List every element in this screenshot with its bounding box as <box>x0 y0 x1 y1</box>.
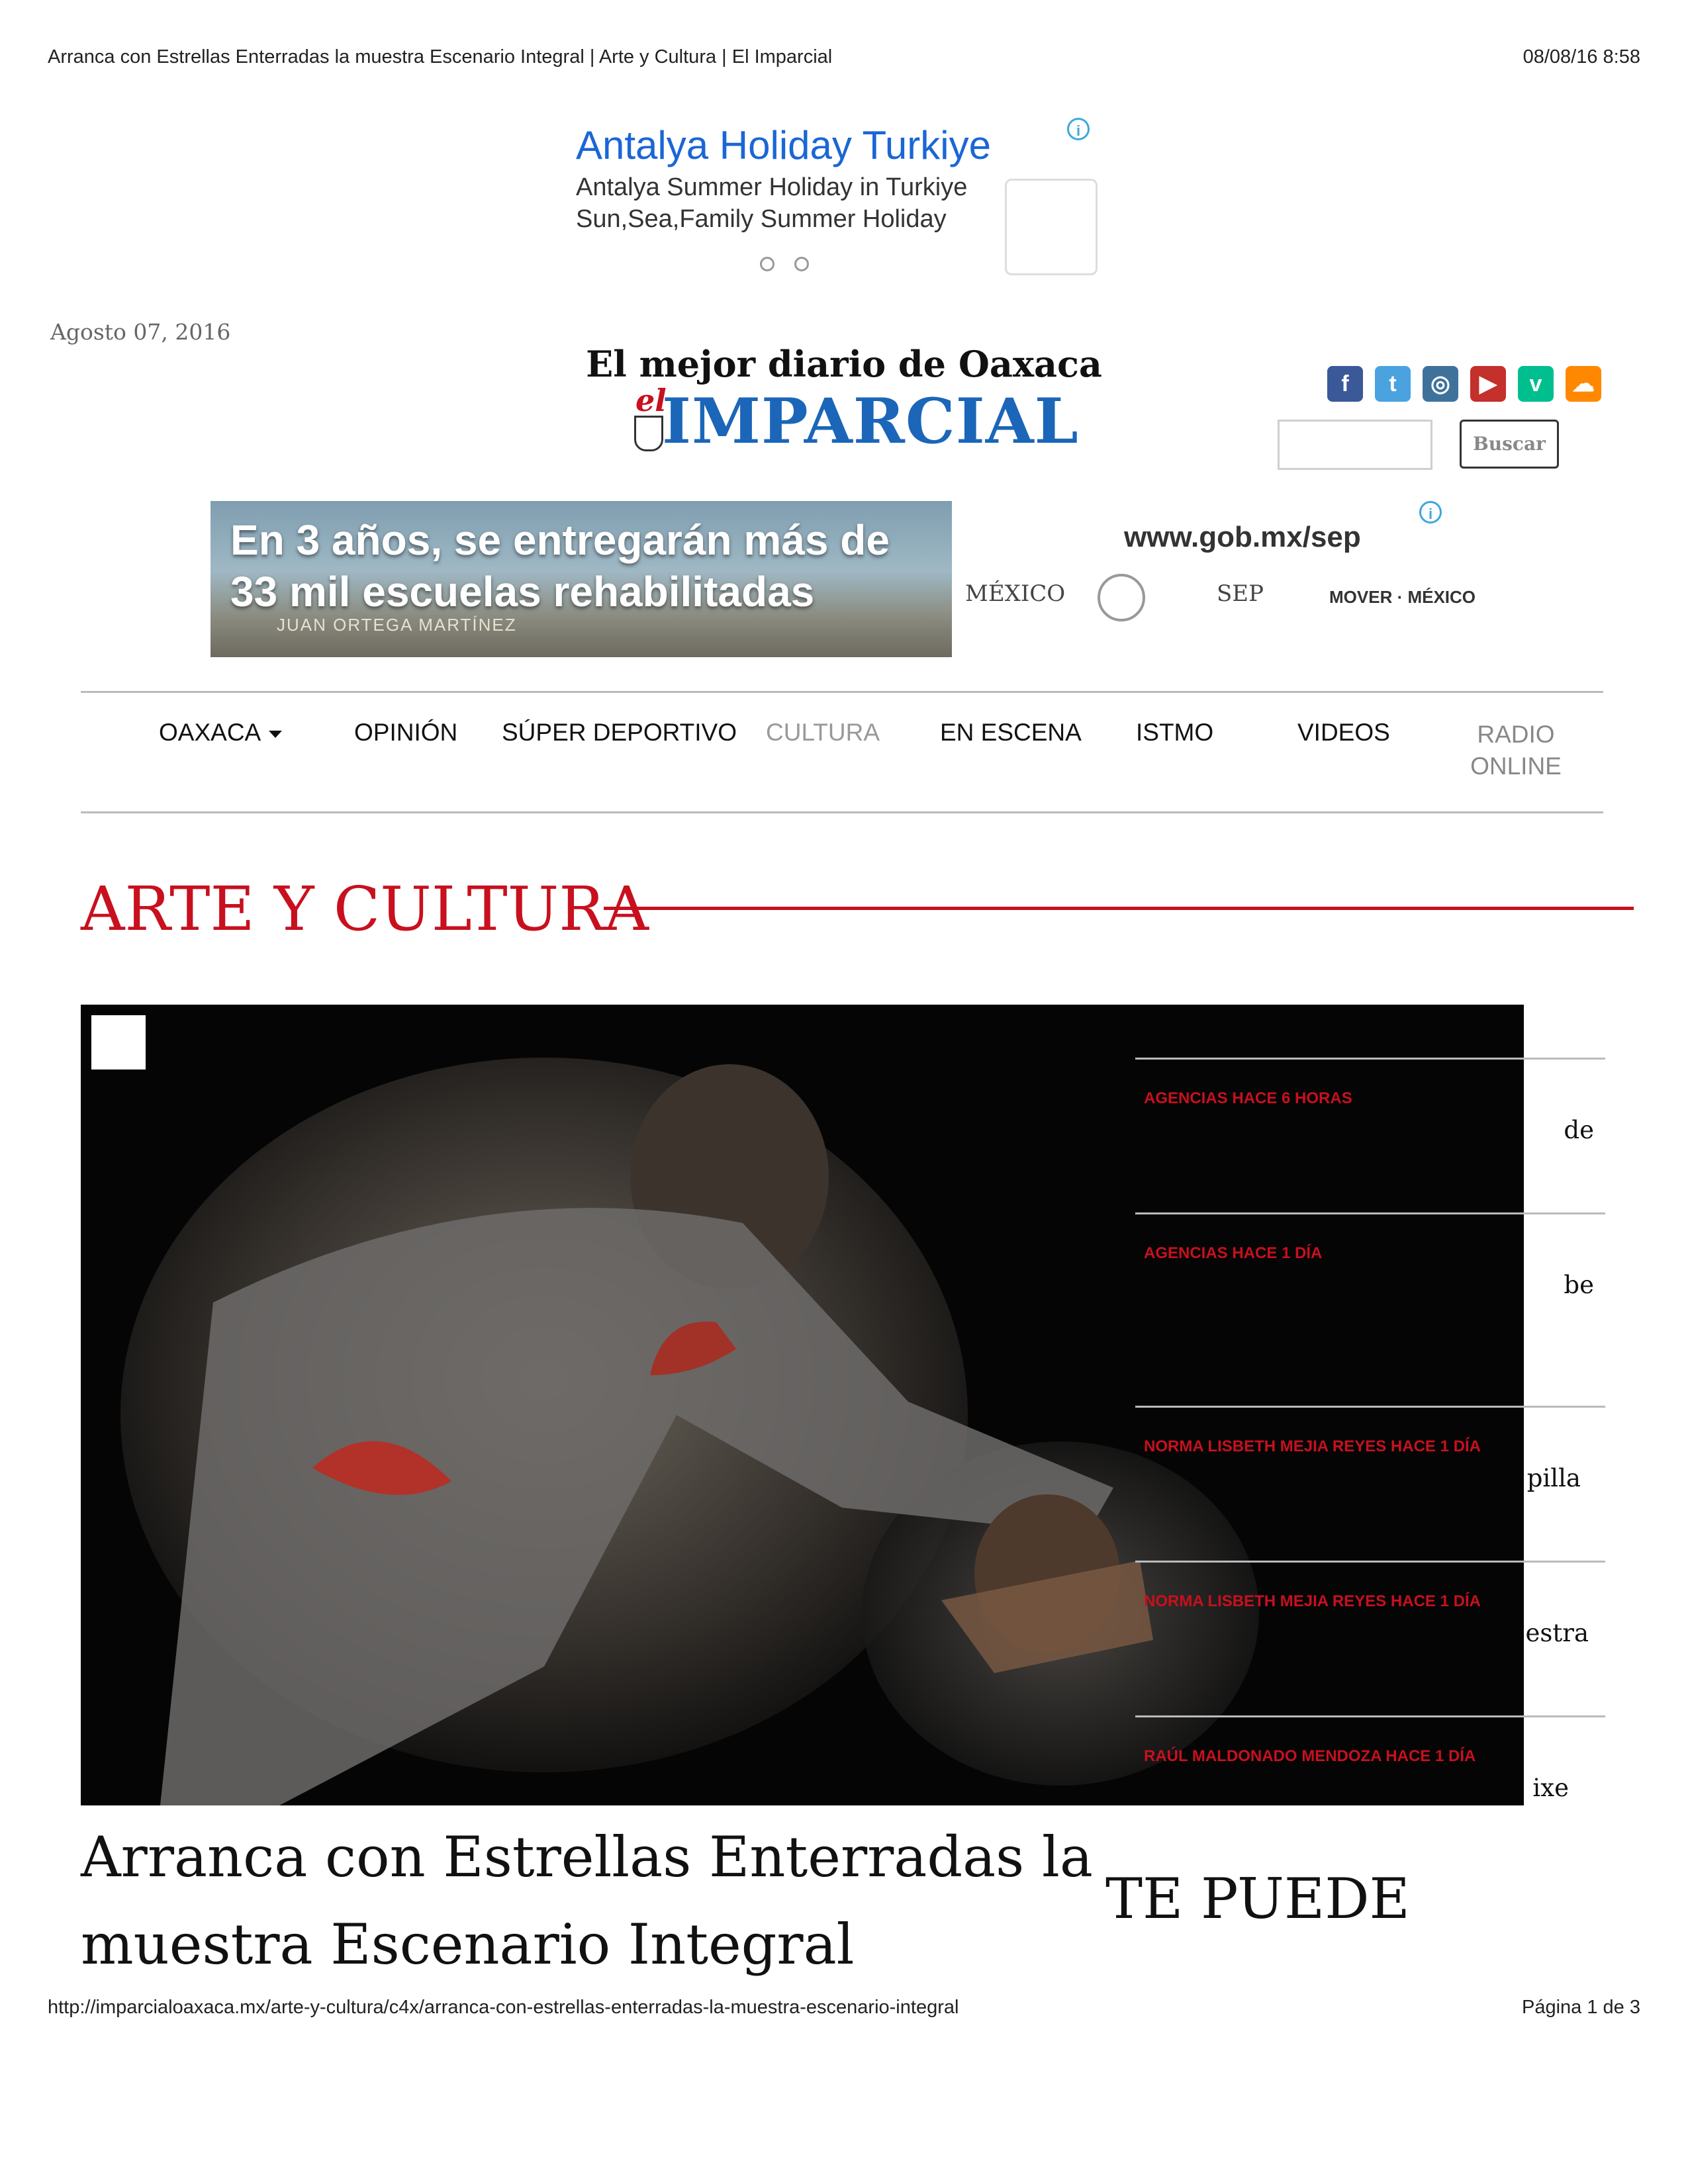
article-title: Arranca con Estrellas Enterradas la mues… <box>81 1825 1093 1977</box>
banner-logo-mexico: MÉXICO <box>965 580 1066 607</box>
sidebar-rule <box>1135 1406 1605 1408</box>
ad-carousel-dot[interactable] <box>794 257 809 271</box>
ad-info-icon[interactable]: i <box>1067 118 1090 140</box>
shield-icon <box>634 416 663 451</box>
banner-info-icon[interactable]: i <box>1419 501 1442 523</box>
banner-logo-mover: MOVER · MÉXICO <box>1329 587 1476 607</box>
search-input[interactable] <box>1278 420 1432 470</box>
sidebar-item-meta: AGENCIAS HACE 1 DÍA <box>1144 1244 1323 1262</box>
banner-headline-2: 33 mil escuelas rehabilitadas <box>230 568 815 615</box>
print-url: http://imparcialoaxaca.mx/arte-y-cultura… <box>48 1997 959 2018</box>
search-button[interactable]: Buscar <box>1460 420 1559 469</box>
sidebar-item-title[interactable]: pilla <box>1144 1459 1581 1498</box>
sidebar-item-title[interactable]: ixe <box>1144 1768 1569 1808</box>
caret-down-icon <box>269 730 283 738</box>
seal-icon <box>1098 574 1145 621</box>
banner-url: www.gob.mx/sep <box>1124 521 1361 553</box>
nav-opinion[interactable]: OPINIÓN <box>354 719 457 747</box>
print-header-datetime: 08/08/16 8:58 <box>1523 46 1640 68</box>
sidebar-item-title[interactable]: be <box>1144 1265 1594 1305</box>
nav-oaxaca-label: OAXACA <box>159 719 261 746</box>
play-icon[interactable] <box>91 1015 146 1069</box>
sidebar-rule <box>1135 1058 1605 1060</box>
nav-bottom-rule <box>81 811 1603 813</box>
ad-line-1[interactable]: Antalya Summer Holiday in Turkiye <box>576 173 967 202</box>
facebook-icon[interactable]: f <box>1327 366 1363 402</box>
banner-logo-sep: SEP <box>1217 580 1264 607</box>
instagram-icon[interactable]: ◎ <box>1423 366 1458 402</box>
ad-thumbnail[interactable] <box>1005 179 1098 275</box>
banner-headline-1: En 3 años, se entregarán más de <box>230 516 890 564</box>
logo-name: IMPARCIAL <box>662 385 1079 458</box>
nav-oaxaca[interactable]: OAXACA <box>159 719 283 747</box>
sidebar-item-meta: NORMA LISBETH MEJIA REYES HACE 1 DÍA <box>1144 1437 1481 1455</box>
vine-icon[interactable]: v <box>1518 366 1554 402</box>
ad-title[interactable]: Antalya Holiday Turkiye <box>576 122 991 168</box>
youtube-icon[interactable]: ▶ <box>1470 366 1506 402</box>
nav-istmo[interactable]: ISTMO <box>1136 719 1213 747</box>
nav-videos[interactable]: VIDEOS <box>1297 719 1390 747</box>
nav-en-escena[interactable]: EN ESCENA <box>940 719 1082 747</box>
nav-top-rule <box>81 691 1603 693</box>
section-title-rule <box>604 907 1634 910</box>
sidebar-item-meta: AGENCIAS HACE 6 HORAS <box>1144 1089 1352 1107</box>
twitter-icon[interactable]: t <box>1375 366 1411 402</box>
ad-carousel-dot[interactable] <box>760 257 774 271</box>
sidebar-item-title[interactable]: estra <box>1144 1614 1589 1653</box>
banner-photo: En 3 años, se entregarán más de 33 mil e… <box>211 501 952 657</box>
sidebar-item-title[interactable]: de <box>1144 1111 1594 1150</box>
nav-super-deportivo[interactable]: SÚPER DEPORTIVO <box>502 719 737 747</box>
banner-sign-text: JUAN ORTEGA MARTÍNEZ <box>277 615 517 635</box>
sidebar-item-meta: RAÚL MALDONADO MENDOZA HACE 1 DÍA <box>1144 1747 1476 1765</box>
site-logo[interactable]: el IMPARCIAL <box>622 383 1086 458</box>
page-date: Agosto 07, 2016 <box>50 319 231 345</box>
banner-ad[interactable]: En 3 años, se entregarán más de 33 mil e… <box>211 501 1534 657</box>
ad-line-2[interactable]: Sun,Sea,Family Summer Holiday <box>576 205 947 234</box>
sidebar-item-meta: NORMA LISBETH MEJIA REYES HACE 1 DÍA <box>1144 1592 1481 1610</box>
print-page-indicator: Página 1 de 3 <box>1522 1997 1640 2018</box>
sidebar-rule <box>1135 1561 1605 1563</box>
section-title: ARTE Y CULTURA <box>81 874 649 944</box>
soundcloud-icon[interactable]: ☁ <box>1566 366 1601 402</box>
related-heading: TE PUEDE <box>1105 1866 1410 1931</box>
print-header-title: Arranca con Estrellas Enterradas la mues… <box>48 46 833 68</box>
nav-radio-online[interactable]: RADIO ONLINE <box>1463 719 1569 782</box>
sidebar-rule <box>1135 1715 1605 1717</box>
sidebar-rule <box>1135 1212 1605 1214</box>
nav-cultura[interactable]: CULTURA <box>766 719 880 747</box>
